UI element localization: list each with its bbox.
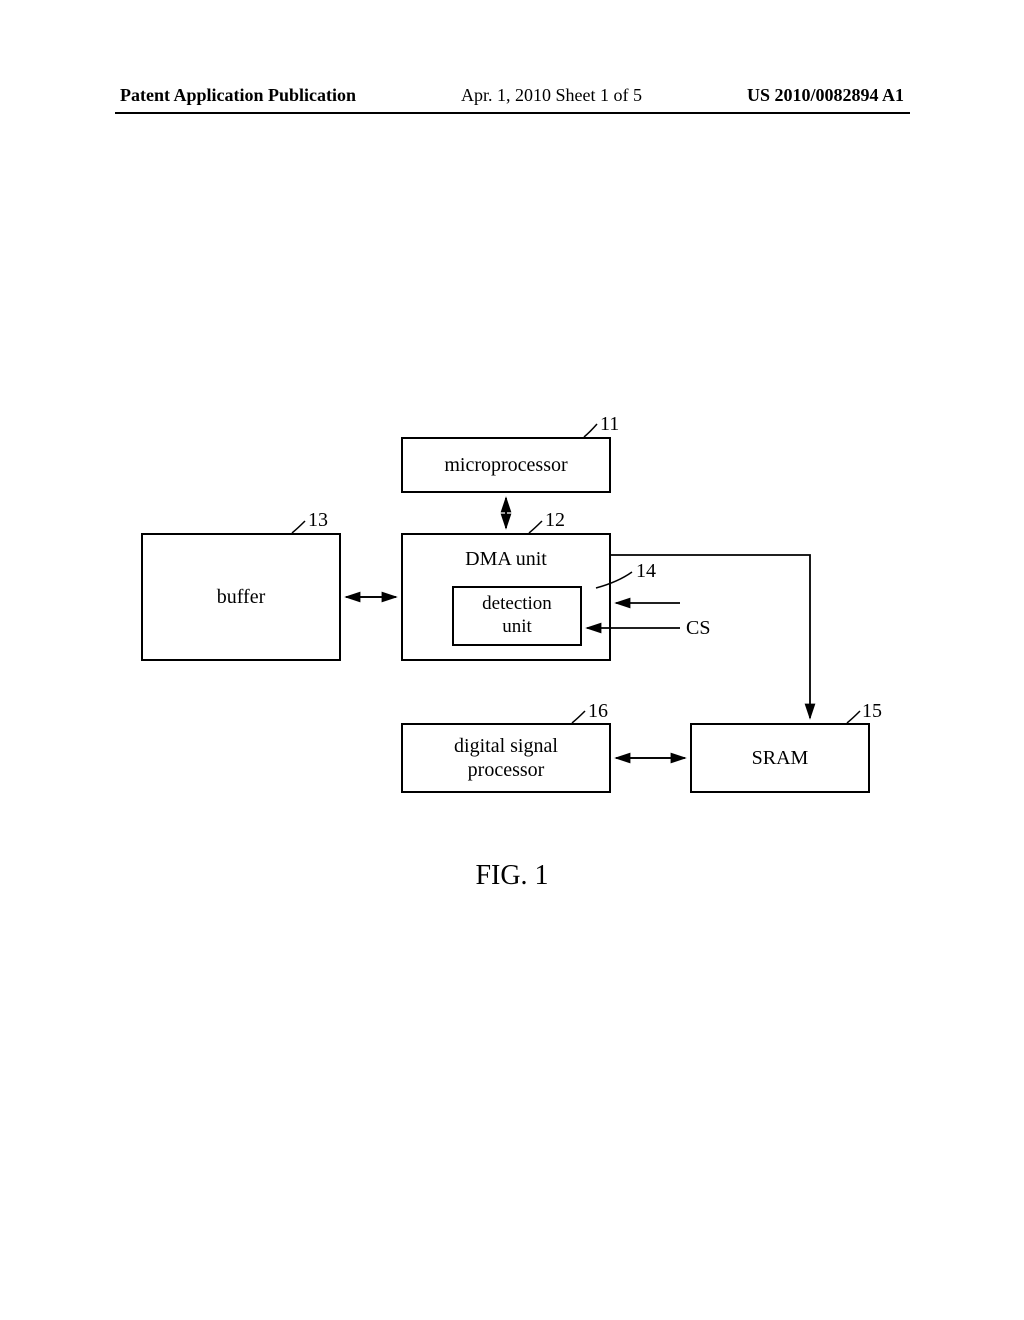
connections (0, 0, 1024, 1320)
figure-label: FIG. 1 (0, 860, 1024, 892)
diagram-figure-1: microprocessor 11 DMA unit 12 detection … (0, 0, 1024, 1320)
